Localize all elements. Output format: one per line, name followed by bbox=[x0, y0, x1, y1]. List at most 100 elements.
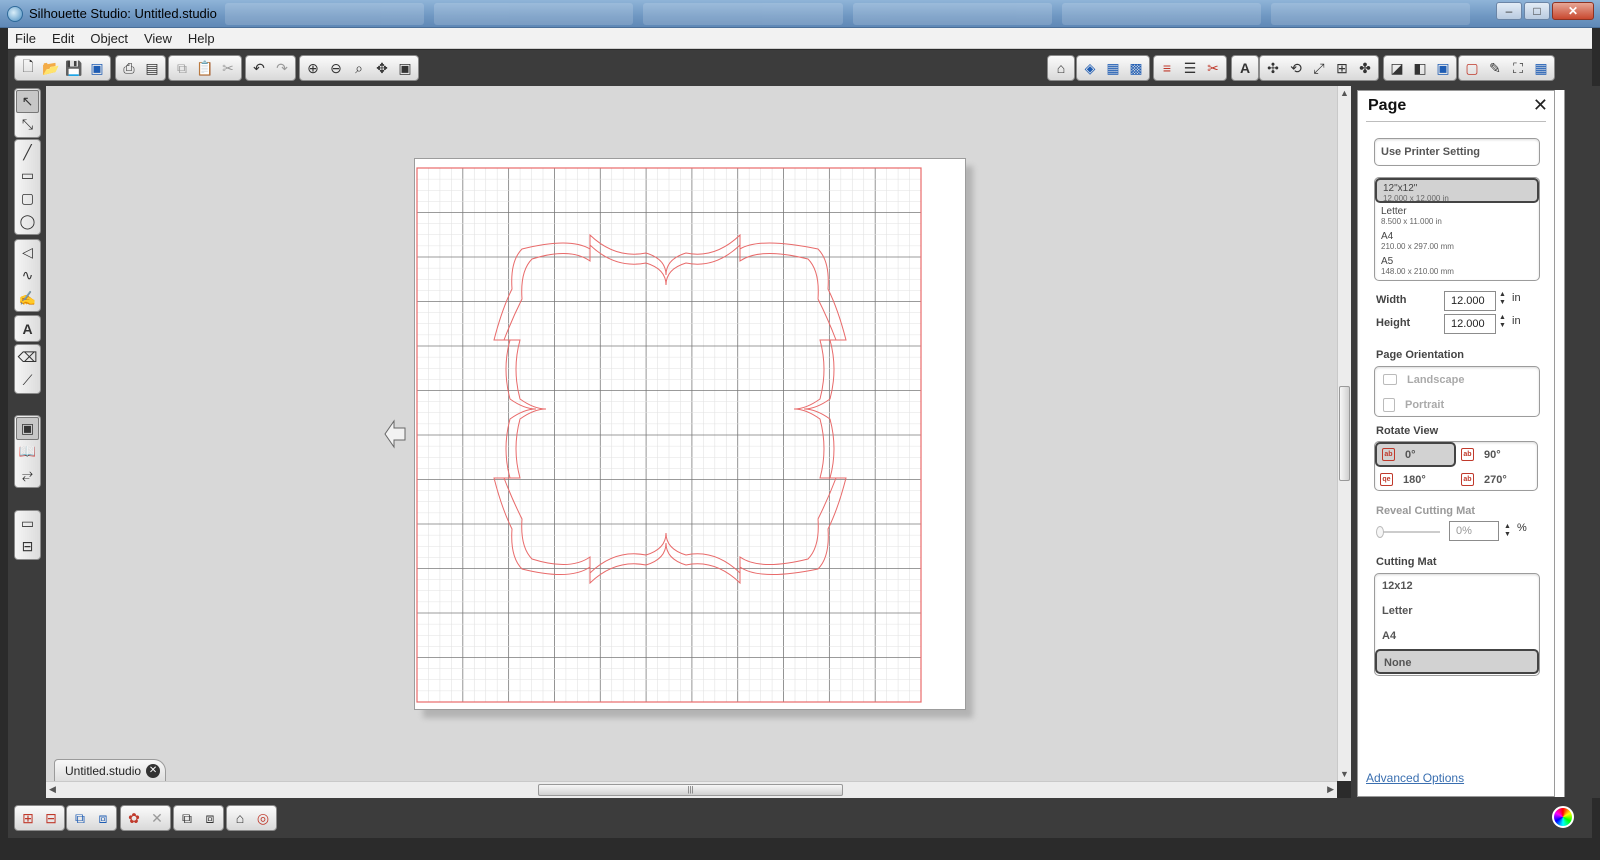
release-icon[interactable]: ⌂ bbox=[229, 807, 251, 829]
save-to-library-icon[interactable]: ▣ bbox=[86, 57, 108, 79]
fit-page-icon[interactable]: ▣ bbox=[394, 57, 416, 79]
select-tool-icon[interactable]: ↖ bbox=[16, 90, 39, 113]
horizontal-scrollbar[interactable]: ◀ ||| ▶ bbox=[46, 781, 1337, 798]
close-window-button[interactable]: ✕ bbox=[1552, 2, 1594, 20]
menu-help[interactable]: Help bbox=[188, 31, 215, 46]
line-color-icon[interactable]: ≡ bbox=[1156, 57, 1178, 79]
offset-target-icon[interactable]: ◎ bbox=[252, 807, 274, 829]
page-size-a4[interactable]: A4 210.00 x 297.00 mm bbox=[1375, 228, 1539, 253]
menu-file[interactable]: File bbox=[15, 31, 36, 46]
rectangle-tool-icon[interactable]: ▭ bbox=[16, 164, 39, 187]
text-style-icon[interactable]: A bbox=[1234, 57, 1256, 79]
polygon-tool-icon[interactable]: ◁ bbox=[16, 241, 39, 264]
mat-12x12[interactable]: 12x12 bbox=[1375, 574, 1539, 599]
zoom-out-icon[interactable]: ⊖ bbox=[325, 57, 347, 79]
advanced-options-link[interactable]: Advanced Options bbox=[1366, 771, 1464, 785]
close-panel-icon[interactable]: ✕ bbox=[1533, 95, 1548, 116]
mat-letter[interactable]: Letter bbox=[1375, 599, 1539, 624]
design-canvas[interactable] bbox=[46, 86, 1337, 781]
rotate-90[interactable]: ab 90° bbox=[1456, 442, 1537, 467]
cutting-page[interactable] bbox=[414, 158, 966, 710]
menu-object[interactable]: Object bbox=[90, 31, 128, 46]
vertical-scrollbar[interactable]: ▲ ▼ bbox=[1337, 86, 1351, 781]
vertical-scroll-thumb[interactable] bbox=[1339, 386, 1350, 481]
store-download-icon[interactable]: ⥂ bbox=[16, 463, 39, 486]
make-compound-path-icon[interactable]: ⧉ bbox=[69, 807, 91, 829]
orientation-landscape[interactable]: Landscape bbox=[1375, 367, 1539, 392]
scroll-left-icon[interactable]: ◀ bbox=[49, 784, 56, 795]
menu-edit[interactable]: Edit bbox=[52, 31, 74, 46]
height-stepper[interactable]: ▲ ▼ bbox=[1499, 314, 1506, 330]
edit-points-icon[interactable]: ⤡ bbox=[16, 113, 39, 136]
line-tool-icon[interactable]: ╱ bbox=[16, 141, 39, 164]
trace-icon[interactable]: ◧ bbox=[1409, 57, 1431, 79]
width-input[interactable]: 12.000 bbox=[1444, 291, 1496, 311]
reveal-percent-input[interactable]: 0% bbox=[1449, 521, 1499, 541]
ungroup-icon[interactable]: ⊟ bbox=[40, 807, 62, 829]
left-arrow-icon[interactable] bbox=[383, 419, 407, 449]
close-tab-icon[interactable]: ✕ bbox=[146, 764, 161, 778]
mat-a4[interactable]: A4 bbox=[1375, 624, 1539, 649]
page-size-letter[interactable]: Letter 8.500 x 11.000 in bbox=[1375, 203, 1539, 228]
reveal-slider-track[interactable] bbox=[1378, 531, 1440, 533]
new-icon[interactable]: 🗋 bbox=[17, 57, 39, 79]
grid-icon[interactable]: ▦ bbox=[1530, 57, 1552, 79]
save-icon[interactable]: 💾 bbox=[63, 57, 85, 79]
modify-icon[interactable]: ✤ bbox=[1354, 57, 1376, 79]
scroll-right-icon[interactable]: ▶ bbox=[1327, 784, 1334, 795]
freehand-tool-icon[interactable]: ✍ bbox=[16, 287, 39, 310]
split-view-icon[interactable]: ⊟ bbox=[16, 535, 39, 558]
rotate-180[interactable]: qe 180° bbox=[1375, 467, 1456, 492]
frame-outer-path[interactable] bbox=[493, 233, 847, 585]
registration-icon[interactable]: ▣ bbox=[1432, 57, 1454, 79]
release-compound-path-icon[interactable]: ⧈ bbox=[92, 807, 114, 829]
reveal-slider-knob[interactable] bbox=[1376, 526, 1384, 538]
cut-icon[interactable]: ✂ bbox=[217, 57, 239, 79]
page-settings-icon[interactable]: ◪ bbox=[1386, 57, 1408, 79]
page-size-12x12[interactable]: 12"x12" 12.000 x 12.000 in bbox=[1375, 178, 1539, 203]
bring-to-front-icon[interactable]: ⧉ bbox=[176, 807, 198, 829]
ellipse-tool-icon[interactable]: ◯ bbox=[16, 210, 39, 233]
transform-rotate-icon[interactable]: ⟲ bbox=[1285, 57, 1307, 79]
store-icon[interactable]: ⌂ bbox=[1050, 57, 1072, 79]
align-icon[interactable]: ⊞ bbox=[1331, 57, 1353, 79]
menu-view[interactable]: View bbox=[144, 31, 172, 46]
copy-icon[interactable]: ⧉ bbox=[171, 57, 193, 79]
replicate-icon[interactable]: ✣ bbox=[1262, 57, 1284, 79]
paste-icon[interactable]: 📋 bbox=[194, 57, 216, 79]
text-tool-icon[interactable]: A bbox=[16, 317, 39, 340]
page-size-a5[interactable]: A5 148.00 x 210.00 mm bbox=[1375, 253, 1539, 278]
pan-icon[interactable]: ✥ bbox=[371, 57, 393, 79]
library-icon[interactable]: 📖 bbox=[16, 440, 39, 463]
single-view-icon[interactable]: ▭ bbox=[16, 512, 39, 535]
undo-icon[interactable]: ↶ bbox=[248, 57, 270, 79]
delete-icon[interactable]: ✕ bbox=[146, 807, 168, 829]
rotate-270[interactable]: ab 270° bbox=[1456, 467, 1537, 492]
line-style-icon[interactable]: ☰ bbox=[1179, 57, 1201, 79]
print-cut-icon[interactable]: ▤ bbox=[141, 57, 163, 79]
fill-pattern-icon[interactable]: ▩ bbox=[1125, 57, 1147, 79]
group-icon[interactable]: ⊞ bbox=[17, 807, 39, 829]
mat-none[interactable]: None bbox=[1375, 649, 1539, 674]
zoom-in-icon[interactable]: ⊕ bbox=[302, 57, 324, 79]
height-input[interactable]: 12.000 bbox=[1444, 314, 1496, 334]
width-stepper[interactable]: ▲ ▼ bbox=[1499, 291, 1506, 307]
knife-tool-icon[interactable]: ⟋ bbox=[16, 369, 39, 392]
use-printer-setting-button[interactable]: Use Printer Setting bbox=[1374, 138, 1540, 166]
scale-icon[interactable]: ⤢ bbox=[1308, 57, 1330, 79]
weld-icon[interactable]: ✿ bbox=[123, 807, 145, 829]
page-panel-icon[interactable]: ▣ bbox=[16, 417, 39, 440]
offset-icon[interactable]: ▢ bbox=[1461, 57, 1483, 79]
color-wheel-icon[interactable] bbox=[1552, 806, 1574, 828]
orientation-portrait[interactable]: Portrait bbox=[1375, 392, 1539, 417]
document-tab[interactable]: Untitled.studio ✕ bbox=[54, 759, 167, 781]
zoom-selected-icon[interactable]: ⌕ bbox=[348, 57, 370, 79]
horizontal-scroll-thumb[interactable]: ||| bbox=[538, 784, 843, 796]
rounded-rectangle-tool-icon[interactable]: ▢ bbox=[16, 187, 39, 210]
cut-style-icon[interactable]: ✂ bbox=[1202, 57, 1224, 79]
fullscreen-icon[interactable]: ⛶ bbox=[1507, 57, 1529, 79]
redo-icon[interactable]: ↷ bbox=[271, 57, 293, 79]
maximize-button[interactable]: □ bbox=[1524, 2, 1550, 20]
send-to-back-icon[interactable]: ⧈ bbox=[199, 807, 221, 829]
reveal-stepper[interactable]: ▲ ▼ bbox=[1504, 523, 1511, 539]
